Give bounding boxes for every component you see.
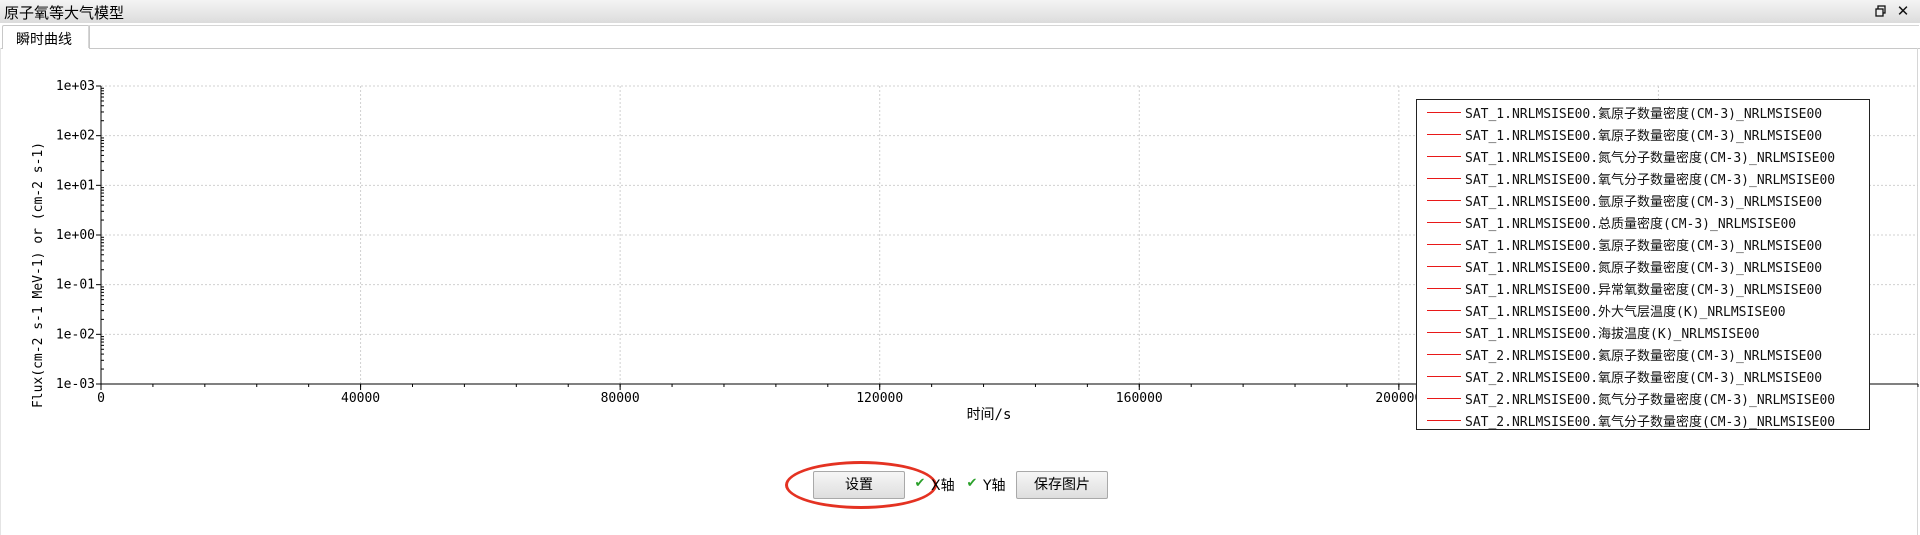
legend-label: SAT_1.NRLMSISE00.氩原子数量密度(CM-3)_NRLMSISE0… xyxy=(1465,195,1823,210)
restore-icon[interactable] xyxy=(1872,2,1890,20)
legend-item: SAT_1.NRLMSISE00.氮气分子数量密度(CM-3)_NRLMSISE… xyxy=(1417,145,1867,166)
x-axis-checkbox-label: X轴 xyxy=(931,478,955,494)
tab-strip xyxy=(88,25,1919,48)
save-image-button[interactable]: 保存图片 xyxy=(1016,471,1108,499)
y-axis-checkbox-label: Y轴 xyxy=(983,478,1006,494)
legend-swatch xyxy=(1427,200,1461,201)
legend-swatch xyxy=(1427,134,1461,135)
legend-swatch xyxy=(1427,376,1461,377)
legend-swatch xyxy=(1427,156,1461,157)
legend-item: SAT_2.NRLMSISE00.氮气分子数量密度(CM-3)_NRLMSISE… xyxy=(1417,387,1867,408)
legend-item: SAT_1.NRLMSISE00.氩原子数量密度(CM-3)_NRLMSISE0… xyxy=(1417,189,1867,210)
legend-label: SAT_1.NRLMSISE00.氮气分子数量密度(CM-3)_NRLMSISE… xyxy=(1465,151,1836,166)
x-tick-label: 160000 xyxy=(1116,391,1163,406)
x-tick-label: 80000 xyxy=(601,391,640,406)
legend-item: SAT_1.NRLMSISE00.海拔温度(K)_NRLMSISE00 xyxy=(1417,321,1867,342)
legend-label: SAT_1.NRLMSISE00.外大气层温度(K)_NRLMSISE00 xyxy=(1465,305,1786,320)
legend-swatch xyxy=(1427,420,1461,421)
legend-label: SAT_1.NRLMSISE00.氧原子数量密度(CM-3)_NRLMSISE0… xyxy=(1465,129,1823,144)
y-tick-label: 1e-02 xyxy=(56,327,95,342)
legend-label: SAT_2.NRLMSISE00.氦原子数量密度(CM-3)_NRLMSISE0… xyxy=(1465,349,1823,364)
legend-item: SAT_1.NRLMSISE00.氢原子数量密度(CM-3)_NRLMSISE0… xyxy=(1417,233,1867,254)
y-axis-label: Flux(cm-2 s-1 MeV-1) or (cm-2 s-1) xyxy=(31,142,46,408)
legend-swatch xyxy=(1427,244,1461,245)
legend-swatch xyxy=(1427,178,1461,179)
legend-item: SAT_1.NRLMSISE00.异常氧数量密度(CM-3)_NRLMSISE0… xyxy=(1417,277,1867,298)
legend-label: SAT_1.NRLMSISE00.海拔温度(K)_NRLMSISE00 xyxy=(1465,327,1760,342)
y-axis-checkbox[interactable]: ✔ xyxy=(965,477,979,491)
title-bar: 原子氧等大气模型 ✕ xyxy=(0,0,1920,24)
chart-legend: SAT_1.NRLMSISE00.氦原子数量密度(CM-3)_NRLMSISE0… xyxy=(1416,99,1870,430)
legend-swatch xyxy=(1427,354,1461,355)
legend-label: SAT_2.NRLMSISE00.氧原子数量密度(CM-3)_NRLMSISE0… xyxy=(1465,371,1823,386)
window-title: 原子氧等大气模型 xyxy=(4,4,125,22)
x-axis-checkbox[interactable]: ✔ xyxy=(913,477,927,491)
legend-swatch xyxy=(1427,266,1461,267)
legend-swatch xyxy=(1427,222,1461,223)
legend-swatch xyxy=(1427,112,1461,113)
close-icon[interactable]: ✕ xyxy=(1894,2,1912,20)
legend-label: SAT_1.NRLMSISE00.总质量密度(CM-3)_NRLMSISE00 xyxy=(1465,217,1797,232)
tab-label: 瞬时曲线 xyxy=(16,32,72,48)
legend-swatch xyxy=(1427,332,1461,333)
legend-item: SAT_2.NRLMSISE00.氧气分子数量密度(CM-3)_NRLMSISE… xyxy=(1417,409,1867,429)
tab-instant-curve[interactable]: 瞬时曲线 xyxy=(2,25,90,49)
legend-swatch xyxy=(1427,288,1461,289)
legend-swatch xyxy=(1427,398,1461,399)
y-tick-label: 1e+00 xyxy=(56,228,95,243)
legend-label: SAT_1.NRLMSISE00.氮原子数量密度(CM-3)_NRLMSISE0… xyxy=(1465,261,1823,276)
control-bar: 设置 ✔ X轴 ✔ Y轴 保存图片 xyxy=(0,461,1920,509)
legend-label: SAT_2.NRLMSISE00.氧气分子数量密度(CM-3)_NRLMSISE… xyxy=(1465,415,1836,430)
legend-label: SAT_1.NRLMSISE00.氦原子数量密度(CM-3)_NRLMSISE0… xyxy=(1465,107,1823,122)
legend-item: SAT_1.NRLMSISE00.总质量密度(CM-3)_NRLMSISE00 xyxy=(1417,211,1867,232)
legend-item: SAT_2.NRLMSISE00.氦原子数量密度(CM-3)_NRLMSISE0… xyxy=(1417,343,1867,364)
legend-item: SAT_1.NRLMSISE00.外大气层温度(K)_NRLMSISE00 xyxy=(1417,299,1867,320)
y-tick-label: 1e+01 xyxy=(56,178,95,193)
legend-item: SAT_1.NRLMSISE00.氦原子数量密度(CM-3)_NRLMSISE0… xyxy=(1417,101,1867,122)
x-tick-label: 40000 xyxy=(341,391,380,406)
y-tick-label: 1e+03 xyxy=(56,79,95,94)
legend-label: SAT_1.NRLMSISE00.氧气分子数量密度(CM-3)_NRLMSISE… xyxy=(1465,173,1836,188)
x-tick-label: 120000 xyxy=(856,391,903,406)
legend-item: SAT_2.NRLMSISE00.氧原子数量密度(CM-3)_NRLMSISE0… xyxy=(1417,365,1867,386)
y-tick-label: 1e-01 xyxy=(56,278,95,293)
x-tick-label: 0 xyxy=(97,391,105,406)
legend-item: SAT_1.NRLMSISE00.氮原子数量密度(CM-3)_NRLMSISE0… xyxy=(1417,255,1867,276)
y-tick-label: 1e-03 xyxy=(56,377,95,392)
tab-bar: 瞬时曲线 xyxy=(0,23,1920,49)
legend-label: SAT_2.NRLMSISE00.氮气分子数量密度(CM-3)_NRLMSISE… xyxy=(1465,393,1836,408)
legend-item: SAT_1.NRLMSISE00.氧气分子数量密度(CM-3)_NRLMSISE… xyxy=(1417,167,1867,188)
x-axis-label: 时间/s xyxy=(967,407,1012,423)
settings-button[interactable]: 设置 xyxy=(813,471,905,499)
legend-label: SAT_1.NRLMSISE00.氢原子数量密度(CM-3)_NRLMSISE0… xyxy=(1465,239,1823,254)
legend-item: SAT_1.NRLMSISE00.氧原子数量密度(CM-3)_NRLMSISE0… xyxy=(1417,123,1867,144)
legend-swatch xyxy=(1427,310,1461,311)
legend-label: SAT_1.NRLMSISE00.异常氧数量密度(CM-3)_NRLMSISE0… xyxy=(1465,283,1823,298)
y-tick-label: 1e+02 xyxy=(56,129,95,144)
